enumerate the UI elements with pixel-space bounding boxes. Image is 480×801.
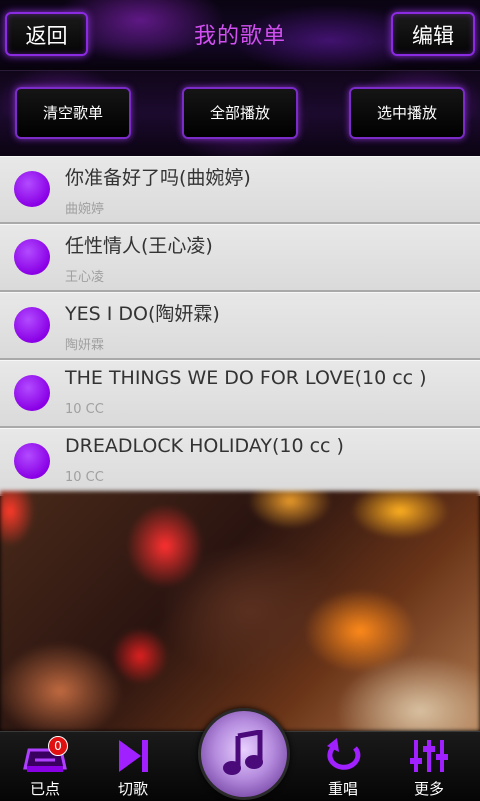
song-title: 你准备好了吗(曲婉婷) [65, 167, 251, 189]
replay-tab[interactable]: 重唱 [303, 736, 383, 799]
more-label: 更多 [413, 780, 444, 798]
select-dot-icon[interactable] [14, 375, 50, 411]
song-title: 任性情人(王心凌) [65, 235, 213, 257]
header-bar: 返回 我的歌单 编辑 [0, 0, 480, 71]
replay-label: 重唱 [327, 780, 358, 798]
song-title: YES I DO(陶妍霖) [65, 303, 220, 325]
play-button[interactable] [198, 708, 290, 800]
song-artist: 王心凌 [65, 270, 105, 285]
select-dot-icon[interactable] [14, 239, 50, 275]
list-item[interactable]: 你准备好了吗(曲婉婷) 曲婉婷 [0, 156, 480, 224]
list-item[interactable]: YES I DO(陶妍霖) 陶妍霖 [0, 292, 480, 360]
list-item[interactable]: 任性情人(王心凌) 王心凌 [0, 224, 480, 292]
ordered-label: 已点 [29, 780, 60, 798]
skip-tab[interactable]: 切歌 [93, 736, 173, 799]
action-bar: 清空歌单 全部播放 选中播放 [0, 71, 480, 156]
song-artist: 曲婉婷 [65, 202, 105, 217]
list-item[interactable]: THE THINGS WE DO FOR LOVE(10 cc ) 10 CC [0, 360, 480, 428]
ordered-tab[interactable]: 0 已点 [5, 736, 85, 799]
music-note-icon [223, 730, 263, 775]
song-artist: 10 CC [65, 470, 104, 485]
equalizer-icon [410, 740, 448, 772]
back-button[interactable]: 返回 [5, 12, 88, 56]
list-item[interactable]: DREADLOCK HOLIDAY(10 cc ) 10 CC [0, 428, 480, 496]
play-selected-button[interactable]: 选中播放 [349, 87, 465, 139]
select-dot-icon[interactable] [14, 443, 50, 479]
replay-icon [327, 738, 361, 770]
ordered-badge: 0 [48, 736, 68, 756]
background-image [0, 491, 480, 731]
skip-label: 切歌 [117, 780, 148, 798]
song-artist: 陶妍霖 [65, 338, 105, 353]
more-tab[interactable]: 更多 [389, 736, 469, 799]
select-dot-icon[interactable] [14, 307, 50, 343]
edit-button[interactable]: 编辑 [391, 12, 475, 56]
clear-playlist-button[interactable]: 清空歌单 [15, 87, 131, 139]
song-title: THE THINGS WE DO FOR LOVE(10 cc ) [65, 367, 427, 389]
skip-icon [119, 740, 148, 772]
song-list: 你准备好了吗(曲婉婷) 曲婉婷 任性情人(王心凌) 王心凌 YES I DO(陶… [0, 156, 480, 496]
select-dot-icon[interactable] [14, 171, 50, 207]
song-title: DREADLOCK HOLIDAY(10 cc ) [65, 435, 344, 457]
play-all-button[interactable]: 全部播放 [182, 87, 298, 139]
song-artist: 10 CC [65, 402, 104, 417]
page-title: 我的歌单 [193, 24, 286, 49]
